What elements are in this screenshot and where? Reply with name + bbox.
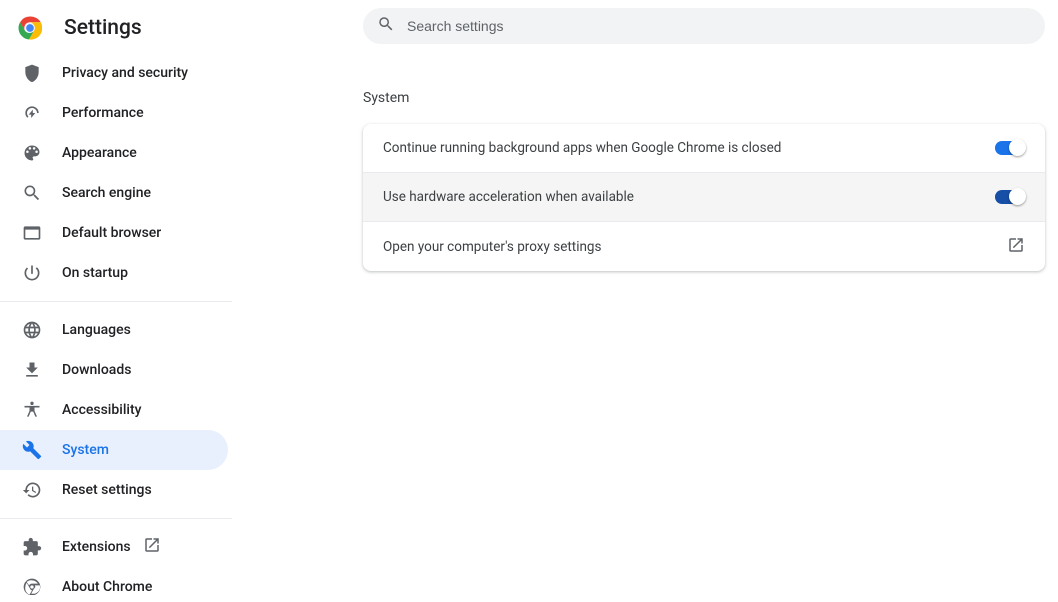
row-label: Open your computer's proxy settings — [383, 239, 601, 255]
sidebar-item-system[interactable]: System — [0, 430, 228, 470]
sidebar-item-performance[interactable]: Performance — [0, 93, 228, 133]
row-hardware-acceleration: Use hardware acceleration when available — [363, 173, 1045, 222]
shield-icon — [22, 63, 42, 83]
sidebar-item-reset[interactable]: Reset settings — [0, 470, 228, 510]
sidebar-item-label: Search engine — [62, 185, 151, 201]
sidebar-item-label: About Chrome — [62, 579, 152, 595]
download-icon — [22, 360, 42, 380]
sidebar-item-label: Extensions — [62, 539, 131, 555]
sidebar-item-label: Languages — [62, 322, 131, 338]
search-box[interactable] — [363, 8, 1045, 44]
search-input[interactable] — [407, 18, 1007, 34]
section-title: System — [363, 90, 1045, 106]
search-icon — [377, 15, 395, 37]
chrome-logo-icon — [18, 16, 42, 40]
sidebar-item-label: Downloads — [62, 362, 131, 378]
restore-icon — [22, 480, 42, 500]
sidebar-item-label: Accessibility — [62, 402, 141, 418]
sidebar[interactable]: Privacy and security Performance Appeara… — [0, 45, 232, 595]
sidebar-item-label: Appearance — [62, 145, 137, 161]
sidebar-item-label: Performance — [62, 105, 144, 121]
system-settings-card: Continue running background apps when Go… — [363, 124, 1045, 271]
external-link-icon — [1007, 236, 1025, 258]
page-title: Settings — [64, 16, 142, 40]
nav-group-advanced: Languages Downloads Accessibility System… — [0, 302, 232, 519]
sidebar-item-label: Reset settings — [62, 482, 152, 498]
sidebar-item-extensions[interactable]: Extensions — [0, 527, 228, 567]
extension-icon — [22, 537, 42, 557]
power-icon — [22, 263, 42, 283]
globe-icon — [22, 320, 42, 340]
wrench-icon — [22, 440, 42, 460]
speedometer-icon — [22, 103, 42, 123]
sidebar-item-accessibility[interactable]: Accessibility — [0, 390, 228, 430]
search-icon — [22, 183, 42, 203]
chrome-outline-icon — [22, 577, 42, 595]
nav-group-basic: Privacy and security Performance Appeara… — [0, 45, 232, 302]
nav-group-about: Extensions About Chrome — [0, 519, 232, 595]
sidebar-item-on-startup[interactable]: On startup — [0, 253, 228, 293]
sidebar-item-about[interactable]: About Chrome — [0, 567, 228, 595]
row-label: Use hardware acceleration when available — [383, 189, 634, 205]
browser-icon — [22, 223, 42, 243]
sidebar-item-downloads[interactable]: Downloads — [0, 350, 228, 390]
sidebar-item-default-browser[interactable]: Default browser — [0, 213, 228, 253]
sidebar-item-privacy[interactable]: Privacy and security — [0, 53, 228, 93]
sidebar-item-label: On startup — [62, 265, 128, 281]
row-label: Continue running background apps when Go… — [383, 140, 781, 156]
sidebar-item-search-engine[interactable]: Search engine — [0, 173, 228, 213]
row-background-apps: Continue running background apps when Go… — [363, 124, 1045, 173]
sidebar-item-languages[interactable]: Languages — [0, 310, 228, 350]
sidebar-item-appearance[interactable]: Appearance — [0, 133, 228, 173]
toggle-hardware-acceleration[interactable] — [995, 190, 1025, 204]
toggle-background-apps[interactable] — [995, 141, 1025, 155]
sidebar-item-label: System — [62, 442, 109, 458]
sidebar-item-label: Privacy and security — [62, 65, 188, 81]
external-link-icon — [143, 536, 161, 558]
row-proxy-settings[interactable]: Open your computer's proxy settings — [363, 222, 1045, 271]
palette-icon — [22, 143, 42, 163]
accessibility-icon — [22, 400, 42, 420]
sidebar-item-label: Default browser — [62, 225, 161, 241]
main-content: System Continue running background apps … — [363, 8, 1045, 271]
